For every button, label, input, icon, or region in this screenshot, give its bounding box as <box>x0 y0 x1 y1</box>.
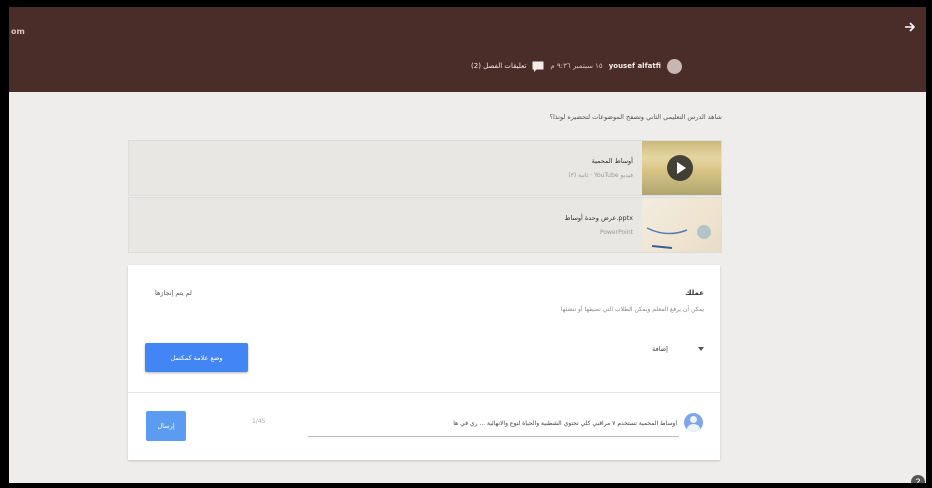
user-avatar-icon <box>684 413 703 432</box>
class-header: om تعليقات الفصل (2) ١٥ سبتمبر ٩:٣٦ م yo… <box>9 7 926 92</box>
post-date: ١٥ سبتمبر ٩:٣٦ م <box>550 62 603 70</box>
user-avatar-icon <box>666 58 682 74</box>
attachment-subtitle: فيديو YouTube ‏· ثانية (٣) <box>568 172 633 179</box>
svg-text:?: ? <box>915 478 920 484</box>
slides-thumbnail <box>642 198 721 252</box>
post-meta: تعليقات الفصل (2) ١٥ سبتمبر ٩:٣٦ م youse… <box>471 57 682 75</box>
divider <box>128 392 720 393</box>
your-work-label: عملك <box>685 289 704 297</box>
status-label: لم يتم إنجازها <box>155 289 192 297</box>
comment-icon <box>532 61 544 72</box>
char-counter: 1/45 <box>252 418 266 425</box>
private-comment-input[interactable] <box>308 410 679 437</box>
author-name: yousef alfatfi <box>608 62 661 70</box>
your-work-card: عملك يمكن أن يرفع المعلم ويمكن الطلاب ال… <box>128 265 720 460</box>
attachment-video[interactable]: أوساط المحمية فيديو YouTube ‏· ثانية (٣) <box>128 140 722 196</box>
help-icon[interactable]: ? <box>910 474 926 483</box>
comments-link[interactable]: تعليقات الفصل (2) <box>471 62 526 70</box>
attachment-slides[interactable]: pptx.عرض وحدة أوساط PowerPoint <box>128 197 722 253</box>
send-button[interactable]: إرسال <box>146 411 186 441</box>
video-thumbnail <box>642 141 721 195</box>
play-icon[interactable] <box>667 155 693 181</box>
dropdown-chevron-icon <box>698 347 704 351</box>
your-work-description: يمكن أن يرفع المعلم ويمكن الطلاب التي تض… <box>560 306 704 313</box>
assignment-question: شاهد الدرس التعليمي الثاني وتصفح الموضوع… <box>549 113 723 121</box>
attachment-subtitle: PowerPoint <box>599 229 633 236</box>
add-dropdown-label: إضافة <box>652 345 668 353</box>
attachment-title[interactable]: pptx.عرض وحدة أوساط <box>564 214 633 222</box>
add-dropdown[interactable]: إضافة <box>652 345 704 353</box>
mark-done-button[interactable]: وضع علامة كمكتمل <box>145 343 248 372</box>
share-icon[interactable] <box>902 19 918 35</box>
app-window: om تعليقات الفصل (2) ١٥ سبتمبر ٩:٣٦ م yo… <box>9 7 926 483</box>
brand-mark: om <box>11 27 25 36</box>
attachment-title[interactable]: أوساط المحمية <box>592 157 633 165</box>
